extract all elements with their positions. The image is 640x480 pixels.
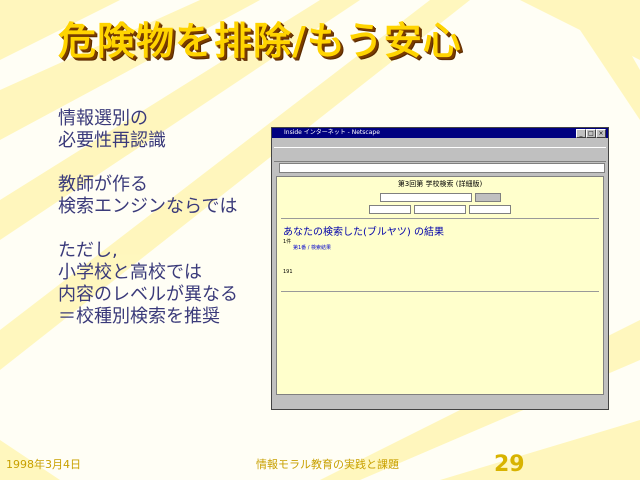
page-title: 第3回第 学校検索 (詳細版) [397,180,483,188]
result-item: 第1番 / 検索結果 [277,245,603,251]
footer-date: 1998年3月4日 [6,458,81,471]
keyword-input [379,193,472,202]
result-heading: あなたの検索した(ブルヤツ) の結果 [283,227,444,238]
bullet-line: 内容のレベルが異なる [58,284,238,305]
bullet-line: 検索エンジンならでは [58,196,238,217]
bullet-line: ＝校種別検索を推奨 [58,306,220,327]
result-link: 第1番 / 検索結果 [293,245,332,251]
bullet-line: 小学校と高校では [58,262,202,283]
range-select [469,205,511,214]
address-field [279,162,605,173]
condition-select [414,205,466,214]
bullet-line: 情報選別の [58,108,148,129]
bullet-line: 必要性再認識 [58,130,166,151]
bullet-line: ただし, [58,240,118,261]
bullet-group-3: ただし, 小学校と高校では 内容のレベルが異なる ＝校種別検索を推奨 [58,240,238,328]
bullet-group-2: 教師が作る 検索エンジンならでは [58,174,238,218]
form-row [277,193,603,202]
search-button [474,193,501,202]
school-select [369,205,411,214]
footer-subject: 情報モラル教育の実践と課題 [256,458,399,471]
page-number: 29 [494,452,525,477]
browser-statusbar [274,397,606,407]
bullet-list: 情報選別の 必要性再認識 教師が作る 検索エンジンならでは ただし, 小学校と高… [58,108,238,350]
result-number: 191 [283,269,293,275]
close-icon: × [596,129,606,138]
browser-titlebar: Inside インターネット - Netscape _ □ × [272,128,608,138]
search-form [277,193,603,214]
browser-toolbar [274,147,606,162]
bullet-group-1: 情報選別の 必要性再認識 [58,108,238,152]
slide-title: 危険物を排除/もう安心 [58,19,462,63]
divider [281,291,599,292]
browser-address-bar [272,162,608,173]
form-row [277,205,603,214]
browser-screenshot: Inside インターネット - Netscape _ □ × 第3回第 学校検… [271,127,609,410]
browser-menubar [272,138,608,147]
browser-page: 第3回第 学校検索 (詳細版) あなたの検索した(ブルヤツ) の結果 1件 第1… [276,176,604,395]
maximize-icon: □ [586,129,596,138]
result-count: 1件 [283,239,292,245]
bullet-line: 教師が作る [58,174,148,195]
browser-window-title: Inside インターネット - Netscape [284,129,380,136]
minimize-icon: _ [576,129,586,138]
divider [281,218,599,219]
